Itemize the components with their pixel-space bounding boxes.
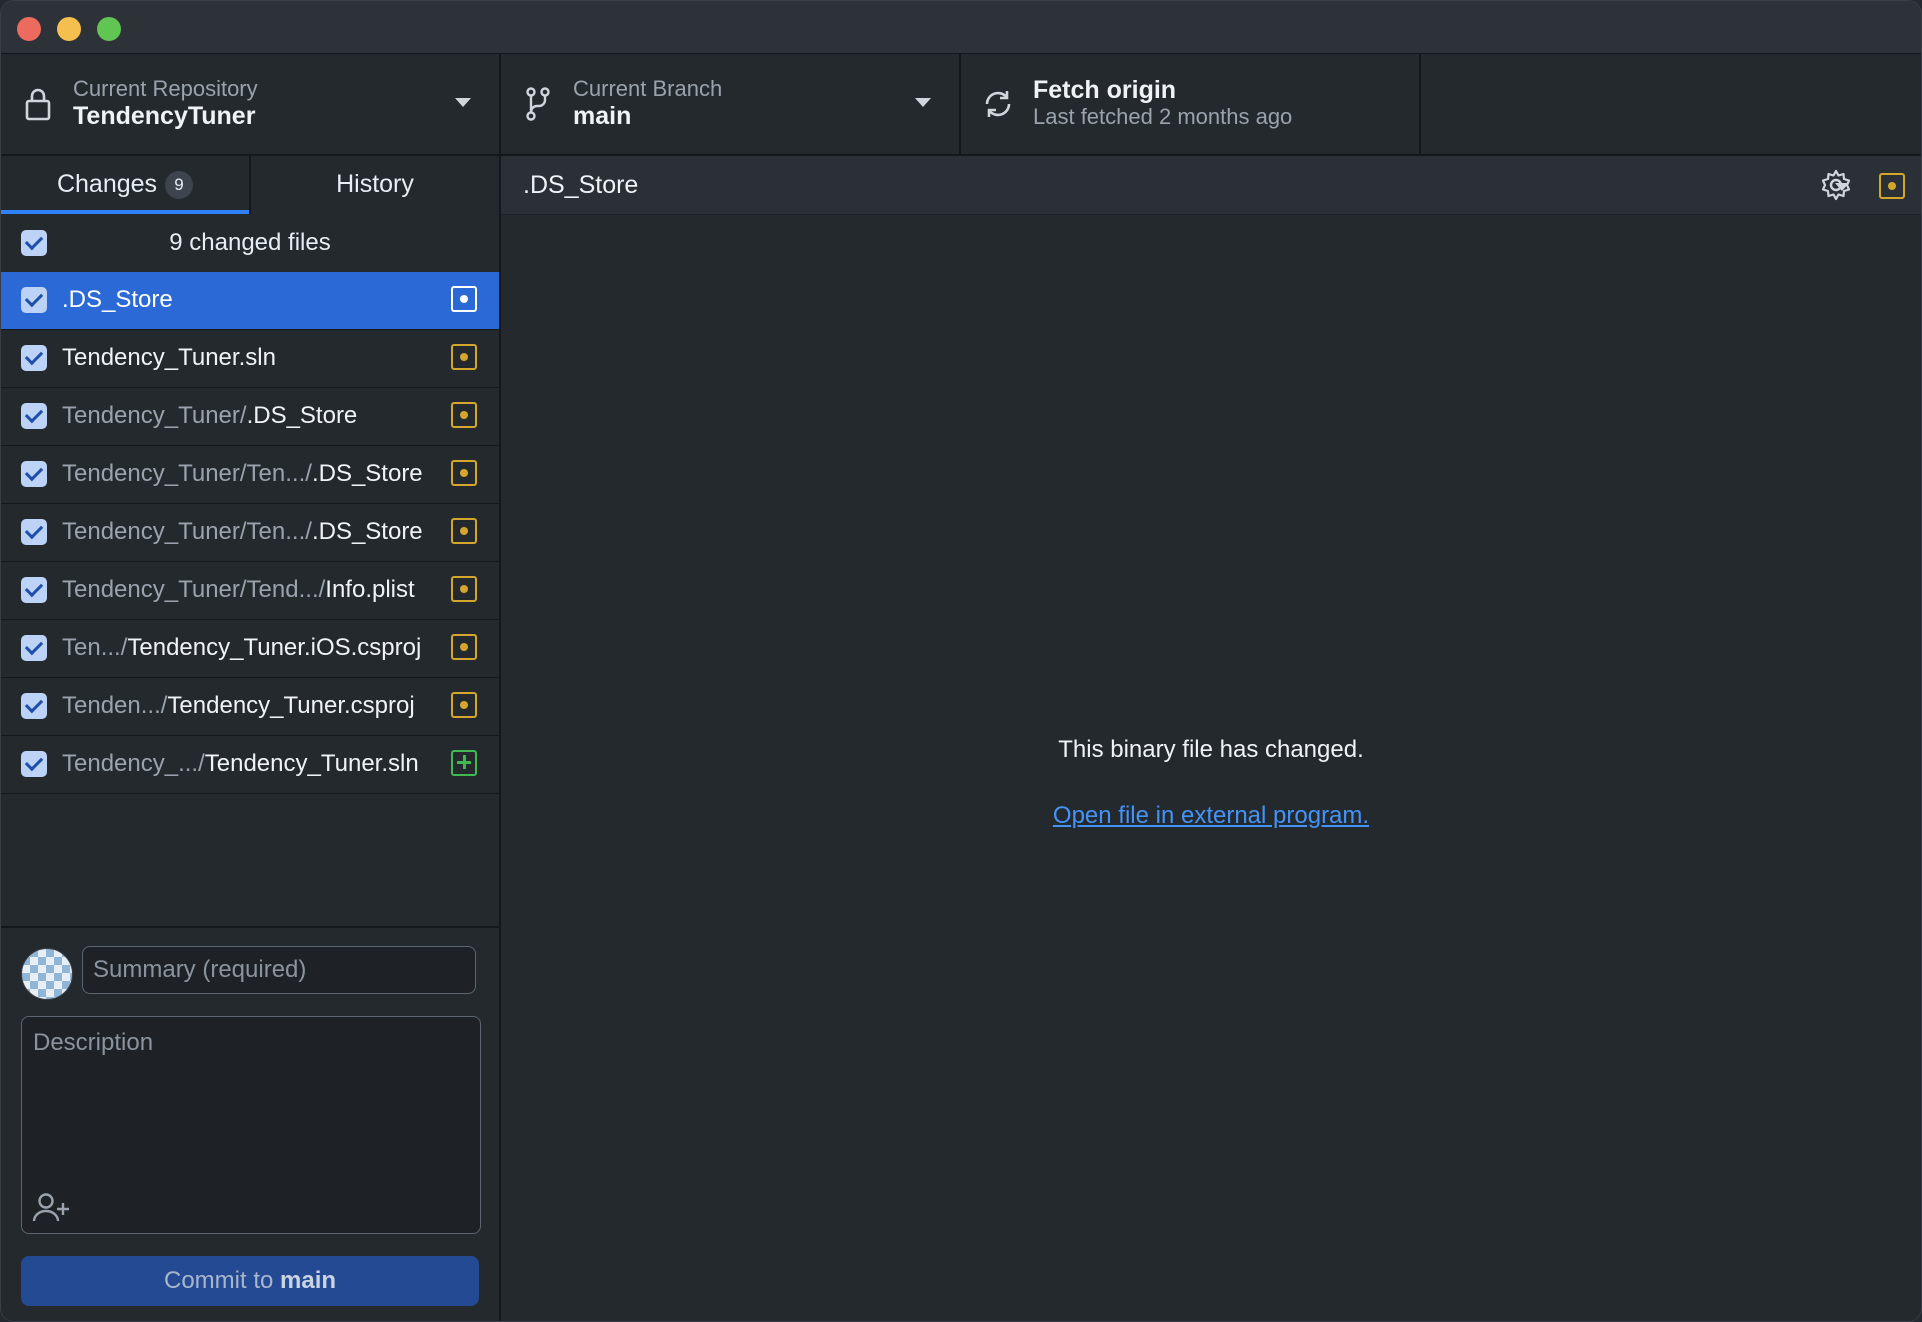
modified-status-icon <box>451 692 477 718</box>
changed-files-count: 9 changed files <box>169 229 331 256</box>
toolbar: Current Repository TendencyTuner Current… <box>1 54 1921 156</box>
modified-status-icon <box>1879 173 1905 199</box>
file-checkbox[interactable] <box>21 519 47 545</box>
chevron-down-icon <box>455 98 471 107</box>
current-branch-label: Current Branch <box>573 76 723 101</box>
commit-button-prefix: Commit to <box>163 1267 280 1294</box>
diff-header: .DS_Store <box>501 156 1921 215</box>
tab-history-label: History <box>336 170 414 198</box>
file-checkbox[interactable] <box>21 577 47 603</box>
file-path: Tendency_Tuner/.DS_Store <box>62 402 357 430</box>
file-row[interactable]: Tendency_.../Tendency_Tuner.sln <box>1 736 499 794</box>
file-checkbox[interactable] <box>21 345 47 371</box>
commit-button-branch: main <box>280 1267 337 1294</box>
current-branch-name: main <box>573 102 632 130</box>
file-base: .DS_Store <box>246 402 358 429</box>
summary-input[interactable] <box>82 946 476 994</box>
avatar <box>21 948 73 1000</box>
file-path: Tendency_Tuner/Ten.../.DS_Store <box>62 518 423 546</box>
file-row[interactable]: Tenden.../Tendency_Tuner.csproj <box>1 678 499 736</box>
current-repository-label: Current Repository <box>73 76 258 101</box>
file-dir: Tenden.../ <box>62 692 168 719</box>
file-checkbox[interactable] <box>21 693 47 719</box>
modified-status-icon <box>451 634 477 660</box>
file-checkbox[interactable] <box>21 403 47 429</box>
file-path: Ten.../Tendency_Tuner.iOS.csproj <box>62 634 421 662</box>
modified-status-icon <box>451 344 477 370</box>
add-coauthor-icon[interactable] <box>32 1191 72 1223</box>
tab-changes-label: Changes <box>56 170 158 198</box>
modified-status-icon <box>451 460 477 486</box>
current-branch-button[interactable]: Current Branch main <box>501 54 961 154</box>
chevron-down-icon <box>1835 183 1849 191</box>
fetch-origin-label: Fetch origin <box>1033 76 1177 104</box>
file-base: Tendency_Tuner.sln <box>62 344 276 371</box>
file-row[interactable]: Ten.../Tendency_Tuner.iOS.csproj <box>1 620 499 678</box>
file-row[interactable]: Tendency_Tuner/Ten.../.DS_Store <box>1 446 499 504</box>
file-dir: Tendency_Tuner/Tend.../ <box>62 576 326 603</box>
file-path: Tendency_Tuner/Ten.../.DS_Store <box>62 460 423 488</box>
sync-icon <box>985 91 1011 117</box>
file-checkbox[interactable] <box>21 751 47 777</box>
modified-status-icon <box>451 518 477 544</box>
file-checkbox[interactable] <box>21 287 47 313</box>
minimize-window-button[interactable] <box>57 17 81 41</box>
file-base: Tendency_Tuner.iOS.csproj <box>127 634 422 661</box>
sidebar: Changes 9 History 9 changed files .DS_Sto… <box>1 156 501 1321</box>
file-dir: Tendency_Tuner/Ten.../ <box>62 460 312 487</box>
file-checkbox[interactable] <box>21 461 47 487</box>
file-base: .DS_Store <box>311 460 423 487</box>
tab-history[interactable]: History <box>251 156 499 214</box>
file-row[interactable]: Tendency_Tuner/Tend.../Info.plist <box>1 562 499 620</box>
file-row[interactable]: Tendency_Tuner/.DS_Store <box>1 388 499 446</box>
modified-status-icon <box>451 286 477 312</box>
changed-files-list: .DS_Store Tendency_Tuner.sln Tendency_Tu… <box>1 272 499 794</box>
file-row[interactable]: .DS_Store <box>1 272 499 330</box>
diff-file-title: .DS_Store <box>523 171 639 199</box>
current-repository-button[interactable]: Current Repository TendencyTuner <box>1 54 501 154</box>
chevron-down-icon <box>915 98 931 107</box>
file-dir: Tendency_.../ <box>62 750 205 777</box>
description-box <box>21 1016 481 1234</box>
commit-button[interactable]: Commit to main <box>21 1256 479 1306</box>
description-input[interactable] <box>22 1017 480 1177</box>
file-path: Tendency_.../Tendency_Tuner.sln <box>62 750 419 778</box>
tab-changes[interactable]: Changes 9 <box>1 156 251 214</box>
app-window: Current Repository TendencyTuner Current… <box>0 0 1922 1322</box>
close-window-button[interactable] <box>17 17 41 41</box>
changes-count-badge: 9 <box>165 171 194 199</box>
file-row[interactable]: Tendency_Tuner.sln <box>1 330 499 388</box>
fetch-origin-button[interactable]: Fetch origin Last fetched 2 months ago <box>961 54 1421 154</box>
file-path: Tendency_Tuner.sln <box>62 344 276 372</box>
file-base: Info.plist <box>325 576 415 603</box>
changed-files-header: 9 changed files <box>1 214 499 273</box>
file-base: Tendency_Tuner.sln <box>204 750 419 777</box>
lock-icon <box>25 88 51 121</box>
branch-icon <box>526 87 550 121</box>
modified-status-icon <box>451 576 477 602</box>
file-checkbox[interactable] <box>21 635 47 661</box>
sidebar-tabs: Changes 9 History <box>1 156 499 215</box>
modified-status-icon <box>451 402 477 428</box>
binary-file-message: This binary file has changed. <box>1058 736 1364 763</box>
file-base: .DS_Store <box>62 286 173 313</box>
file-path: Tenden.../Tendency_Tuner.csproj <box>62 692 415 720</box>
file-row[interactable]: Tendency_Tuner/Ten.../.DS_Store <box>1 504 499 562</box>
file-base: .DS_Store <box>311 518 423 545</box>
file-dir: Tendency_Tuner/ <box>62 402 247 429</box>
file-path: .DS_Store <box>62 286 173 314</box>
commit-panel: Commit to main <box>1 926 499 1321</box>
file-dir: Tendency_Tuner/Ten.../ <box>62 518 312 545</box>
file-path: Tendency_Tuner/Tend.../Info.plist <box>62 576 415 604</box>
title-bar <box>1 1 1921 54</box>
last-fetched-text: Last fetched 2 months ago <box>1033 104 1293 129</box>
zoom-window-button[interactable] <box>97 17 121 41</box>
current-repository-name: TendencyTuner <box>73 102 256 130</box>
file-dir: Ten.../ <box>62 634 128 661</box>
file-base: Tendency_Tuner.csproj <box>167 692 415 719</box>
diff-panel: .DS_Store This binary file has changed. … <box>501 156 1921 1321</box>
open-external-link[interactable]: Open file in external program. <box>501 802 1921 830</box>
added-status-icon <box>451 750 477 776</box>
